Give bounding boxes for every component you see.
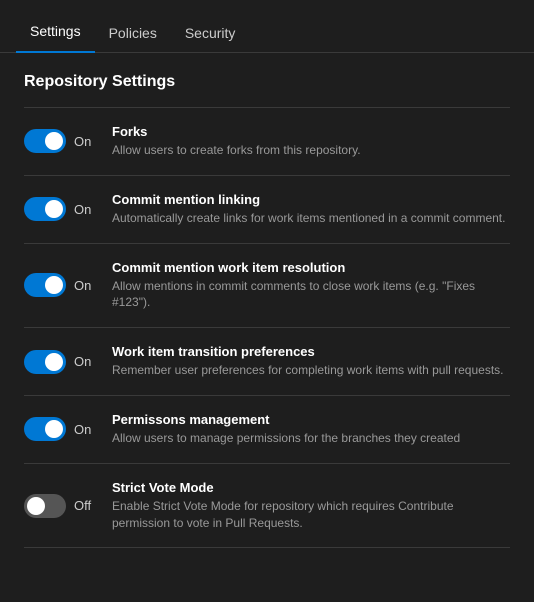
setting-item-strict-vote-mode: Off Strict Vote Mode Enable Strict Vote Mo… bbox=[24, 464, 510, 549]
setting-name-permissions-management: Permissons management bbox=[112, 412, 510, 427]
toggle-track-commit-mention-work-item bbox=[24, 273, 66, 297]
setting-item-permissions-management: On Permissons management Allow users to ma… bbox=[24, 396, 510, 464]
setting-text-permissions-management: Permissons management Allow users to mana… bbox=[112, 412, 510, 447]
setting-item-forks: On Forks Allow users to create forks from … bbox=[24, 108, 510, 176]
setting-text-forks: Forks Allow users to create forks from th… bbox=[112, 124, 510, 159]
toggle-permissions-management[interactable] bbox=[24, 417, 66, 441]
setting-text-commit-mention-linking: Commit mention linking Automatically crea… bbox=[112, 192, 510, 227]
toggle-commit-mention-work-item[interactable] bbox=[24, 273, 66, 297]
setting-text-strict-vote-mode: Strict Vote Mode Enable Strict Vote Mode … bbox=[112, 480, 510, 532]
toggle-strict-vote-mode[interactable] bbox=[24, 494, 66, 518]
setting-name-strict-vote-mode: Strict Vote Mode bbox=[112, 480, 510, 495]
setting-desc-work-item-transition: Remember user preferences for completing… bbox=[112, 362, 510, 379]
setting-text-commit-mention-work-item: Commit mention work item resolution Allow… bbox=[112, 260, 510, 312]
setting-desc-commit-mention-linking: Automatically create links for work item… bbox=[112, 210, 510, 227]
setting-item-work-item-transition: On Work item transition preferences Rememb… bbox=[24, 328, 510, 396]
main-content: Repository Settings On Forks Allow users t… bbox=[0, 53, 534, 568]
toggle-label-commit-mention-linking: On bbox=[74, 202, 96, 217]
section-title: Repository Settings bbox=[24, 73, 510, 91]
toggle-label-commit-mention-work-item: On bbox=[74, 278, 96, 293]
toggle-label-permissions-management: On bbox=[74, 422, 96, 437]
toggle-label-strict-vote-mode: Off bbox=[74, 498, 96, 513]
top-nav: Settings Policies Security bbox=[0, 0, 534, 53]
toggle-forks[interactable] bbox=[24, 129, 66, 153]
toggle-label-work-item-transition: On bbox=[74, 354, 96, 369]
tab-settings[interactable]: Settings bbox=[16, 11, 95, 53]
toggle-track-forks bbox=[24, 129, 66, 153]
toggle-area-forks: On bbox=[24, 129, 96, 153]
toggle-thumb-strict-vote-mode bbox=[27, 497, 45, 515]
toggle-area-commit-mention-linking: On bbox=[24, 197, 96, 221]
toggle-commit-mention-linking[interactable] bbox=[24, 197, 66, 221]
toggle-track-commit-mention-linking bbox=[24, 197, 66, 221]
setting-item-commit-mention-work-item: On Commit mention work item resolution All… bbox=[24, 244, 510, 329]
setting-desc-strict-vote-mode: Enable Strict Vote Mode for repository w… bbox=[112, 498, 510, 532]
toggle-area-work-item-transition: On bbox=[24, 350, 96, 374]
setting-name-forks: Forks bbox=[112, 124, 510, 139]
settings-list: On Forks Allow users to create forks from … bbox=[24, 107, 510, 548]
toggle-label-forks: On bbox=[74, 134, 96, 149]
tab-security[interactable]: Security bbox=[171, 13, 250, 53]
setting-text-work-item-transition: Work item transition preferences Remember… bbox=[112, 344, 510, 379]
toggle-area-strict-vote-mode: Off bbox=[24, 494, 96, 518]
toggle-thumb-commit-mention-work-item bbox=[45, 276, 63, 294]
toggle-track-strict-vote-mode bbox=[24, 494, 66, 518]
toggle-work-item-transition[interactable] bbox=[24, 350, 66, 374]
toggle-thumb-permissions-management bbox=[45, 420, 63, 438]
setting-name-commit-mention-work-item: Commit mention work item resolution bbox=[112, 260, 510, 275]
toggle-thumb-commit-mention-linking bbox=[45, 200, 63, 218]
setting-name-work-item-transition: Work item transition preferences bbox=[112, 344, 510, 359]
setting-desc-forks: Allow users to create forks from this re… bbox=[112, 142, 510, 159]
toggle-track-work-item-transition bbox=[24, 350, 66, 374]
toggle-area-permissions-management: On bbox=[24, 417, 96, 441]
setting-desc-commit-mention-work-item: Allow mentions in commit comments to clo… bbox=[112, 278, 510, 312]
setting-name-commit-mention-linking: Commit mention linking bbox=[112, 192, 510, 207]
setting-desc-permissions-management: Allow users to manage permissions for th… bbox=[112, 430, 510, 447]
tab-policies[interactable]: Policies bbox=[95, 13, 171, 53]
setting-item-commit-mention-linking: On Commit mention linking Automatically cr… bbox=[24, 176, 510, 244]
toggle-thumb-forks bbox=[45, 132, 63, 150]
toggle-area-commit-mention-work-item: On bbox=[24, 273, 96, 297]
toggle-track-permissions-management bbox=[24, 417, 66, 441]
toggle-thumb-work-item-transition bbox=[45, 353, 63, 371]
